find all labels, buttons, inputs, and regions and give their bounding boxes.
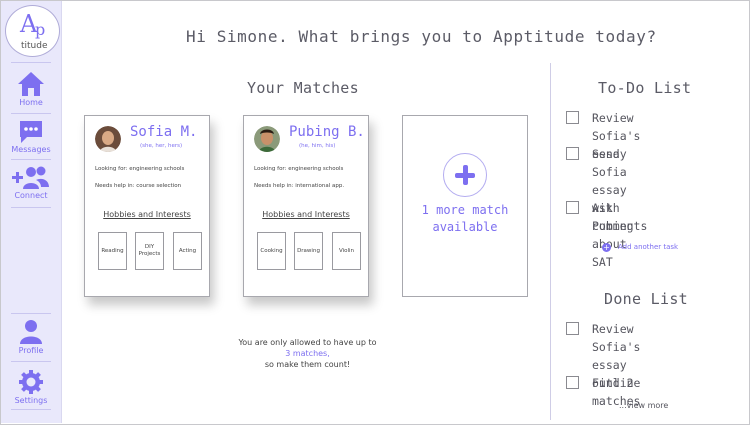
add-task-button[interactable]: + Add another task	[602, 243, 678, 252]
app-logo[interactable]: A p titude	[5, 5, 60, 57]
done-checkbox[interactable]	[566, 376, 579, 389]
todo-checkbox[interactable]	[566, 111, 579, 124]
avatar	[95, 126, 121, 152]
profile-icon	[20, 320, 42, 344]
nav-separator	[11, 361, 51, 362]
sidebar-item-label: Connect	[14, 191, 48, 200]
hobbies-title: Hobbies and Interests	[262, 210, 350, 219]
matches-limit-notice: You are only allowed to have up to 3 mat…	[205, 337, 410, 370]
match-pronouns: (he, him, his)	[299, 143, 336, 149]
notice-highlight: 3 matches,	[285, 349, 330, 358]
more-matches-line2: available	[432, 220, 498, 234]
add-task-label: Add another task	[618, 243, 679, 251]
sidebar-item-messages[interactable]: Messages	[7, 120, 55, 154]
logo-word: titude	[21, 41, 48, 51]
connect-icon	[12, 166, 49, 189]
matches-title: Your Matches	[247, 79, 359, 97]
hobby-tile: Reading	[98, 232, 127, 270]
notice-line1: You are only allowed to have up to	[238, 338, 377, 347]
more-matches-text: 1 more match available	[403, 202, 527, 236]
todo-checkbox[interactable]	[566, 147, 579, 160]
nav-separator	[11, 313, 51, 314]
nav-separator	[11, 62, 51, 63]
hobby-tile: Cooking	[257, 232, 286, 270]
match-looking-for: Looking for: engineering schools	[254, 166, 344, 172]
avatar	[254, 126, 280, 152]
sidebar-item-label: Settings	[14, 396, 48, 405]
sidebar-item-label: Home	[19, 98, 43, 107]
panel-divider	[550, 63, 551, 420]
page-greeting: Hi Simone. What brings you to Apptitude …	[186, 27, 657, 46]
sidebar-item-profile[interactable]: Profile	[7, 319, 55, 355]
sidebar-item-home[interactable]: Home	[7, 71, 55, 107]
match-pronouns: (she, her, hers)	[140, 143, 183, 149]
nav-separator	[11, 409, 51, 410]
todo-text: Ask Pubing aboutSAT	[592, 201, 634, 269]
settings-icon	[19, 370, 43, 394]
done-title: Done List	[604, 290, 688, 308]
messages-icon	[20, 121, 42, 143]
match-card-pubing[interactable]: Pubing B. (he, him, his) Looking for: en…	[243, 115, 369, 297]
sidebar-item-connect[interactable]: Connect	[7, 166, 55, 200]
plus-icon	[463, 165, 468, 185]
more-matches-line1: 1 more match	[421, 203, 509, 217]
sidebar-item-settings[interactable]: Settings	[7, 369, 55, 405]
todo-checkbox[interactable]	[566, 201, 579, 214]
hobby-tile: Drawing	[294, 232, 323, 270]
done-checkbox[interactable]	[566, 322, 579, 335]
match-card-sofia[interactable]: Sofia M. (she, her, hers) Looking for: e…	[84, 115, 210, 297]
match-needs-help: Needs help in: course selection	[95, 183, 182, 189]
more-matches-card[interactable]: 1 more match available	[402, 115, 528, 297]
match-name: Sofia M.	[130, 124, 198, 140]
nav-separator	[11, 159, 51, 160]
add-match-button[interactable]	[443, 153, 487, 197]
logo-letter-2: p	[35, 20, 46, 39]
match-looking-for: Looking for: engineering schools	[95, 166, 185, 172]
home-icon	[18, 72, 44, 96]
match-name: Pubing B.	[289, 124, 365, 140]
hobby-tile: DIY Projects	[135, 232, 164, 270]
nav-separator	[11, 207, 51, 208]
sidebar-item-label: Profile	[18, 346, 44, 355]
hobbies-title: Hobbies and Interests	[103, 210, 191, 219]
hobby-tile: Acting	[173, 232, 202, 270]
view-more-link[interactable]: ...view more	[619, 401, 668, 410]
hobby-tile: Violin	[332, 232, 361, 270]
todo-title: To-Do List	[598, 79, 692, 97]
sidebar-item-label: Messages	[11, 145, 51, 154]
add-task-icon: +	[602, 243, 611, 252]
nav-separator	[11, 113, 51, 114]
sidebar: A p titude Home Messages Connect Profile…	[1, 1, 62, 423]
notice-line3: so make them count!	[264, 360, 351, 369]
match-needs-help: Needs help in: international app.	[254, 183, 345, 189]
